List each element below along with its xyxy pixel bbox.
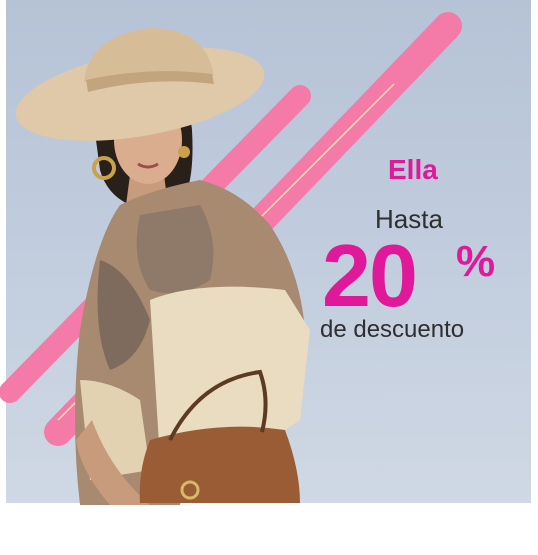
discount-suffix: de descuento xyxy=(320,316,465,343)
promo-copy: Ella Hasta 20 % de descuento xyxy=(300,150,520,350)
category-label: Ella xyxy=(388,154,438,185)
promo-banner[interactable]: Ella Hasta 20 % de descuento xyxy=(0,0,538,555)
percent-sign: % xyxy=(456,237,496,286)
discount-value: 20 xyxy=(322,226,418,325)
